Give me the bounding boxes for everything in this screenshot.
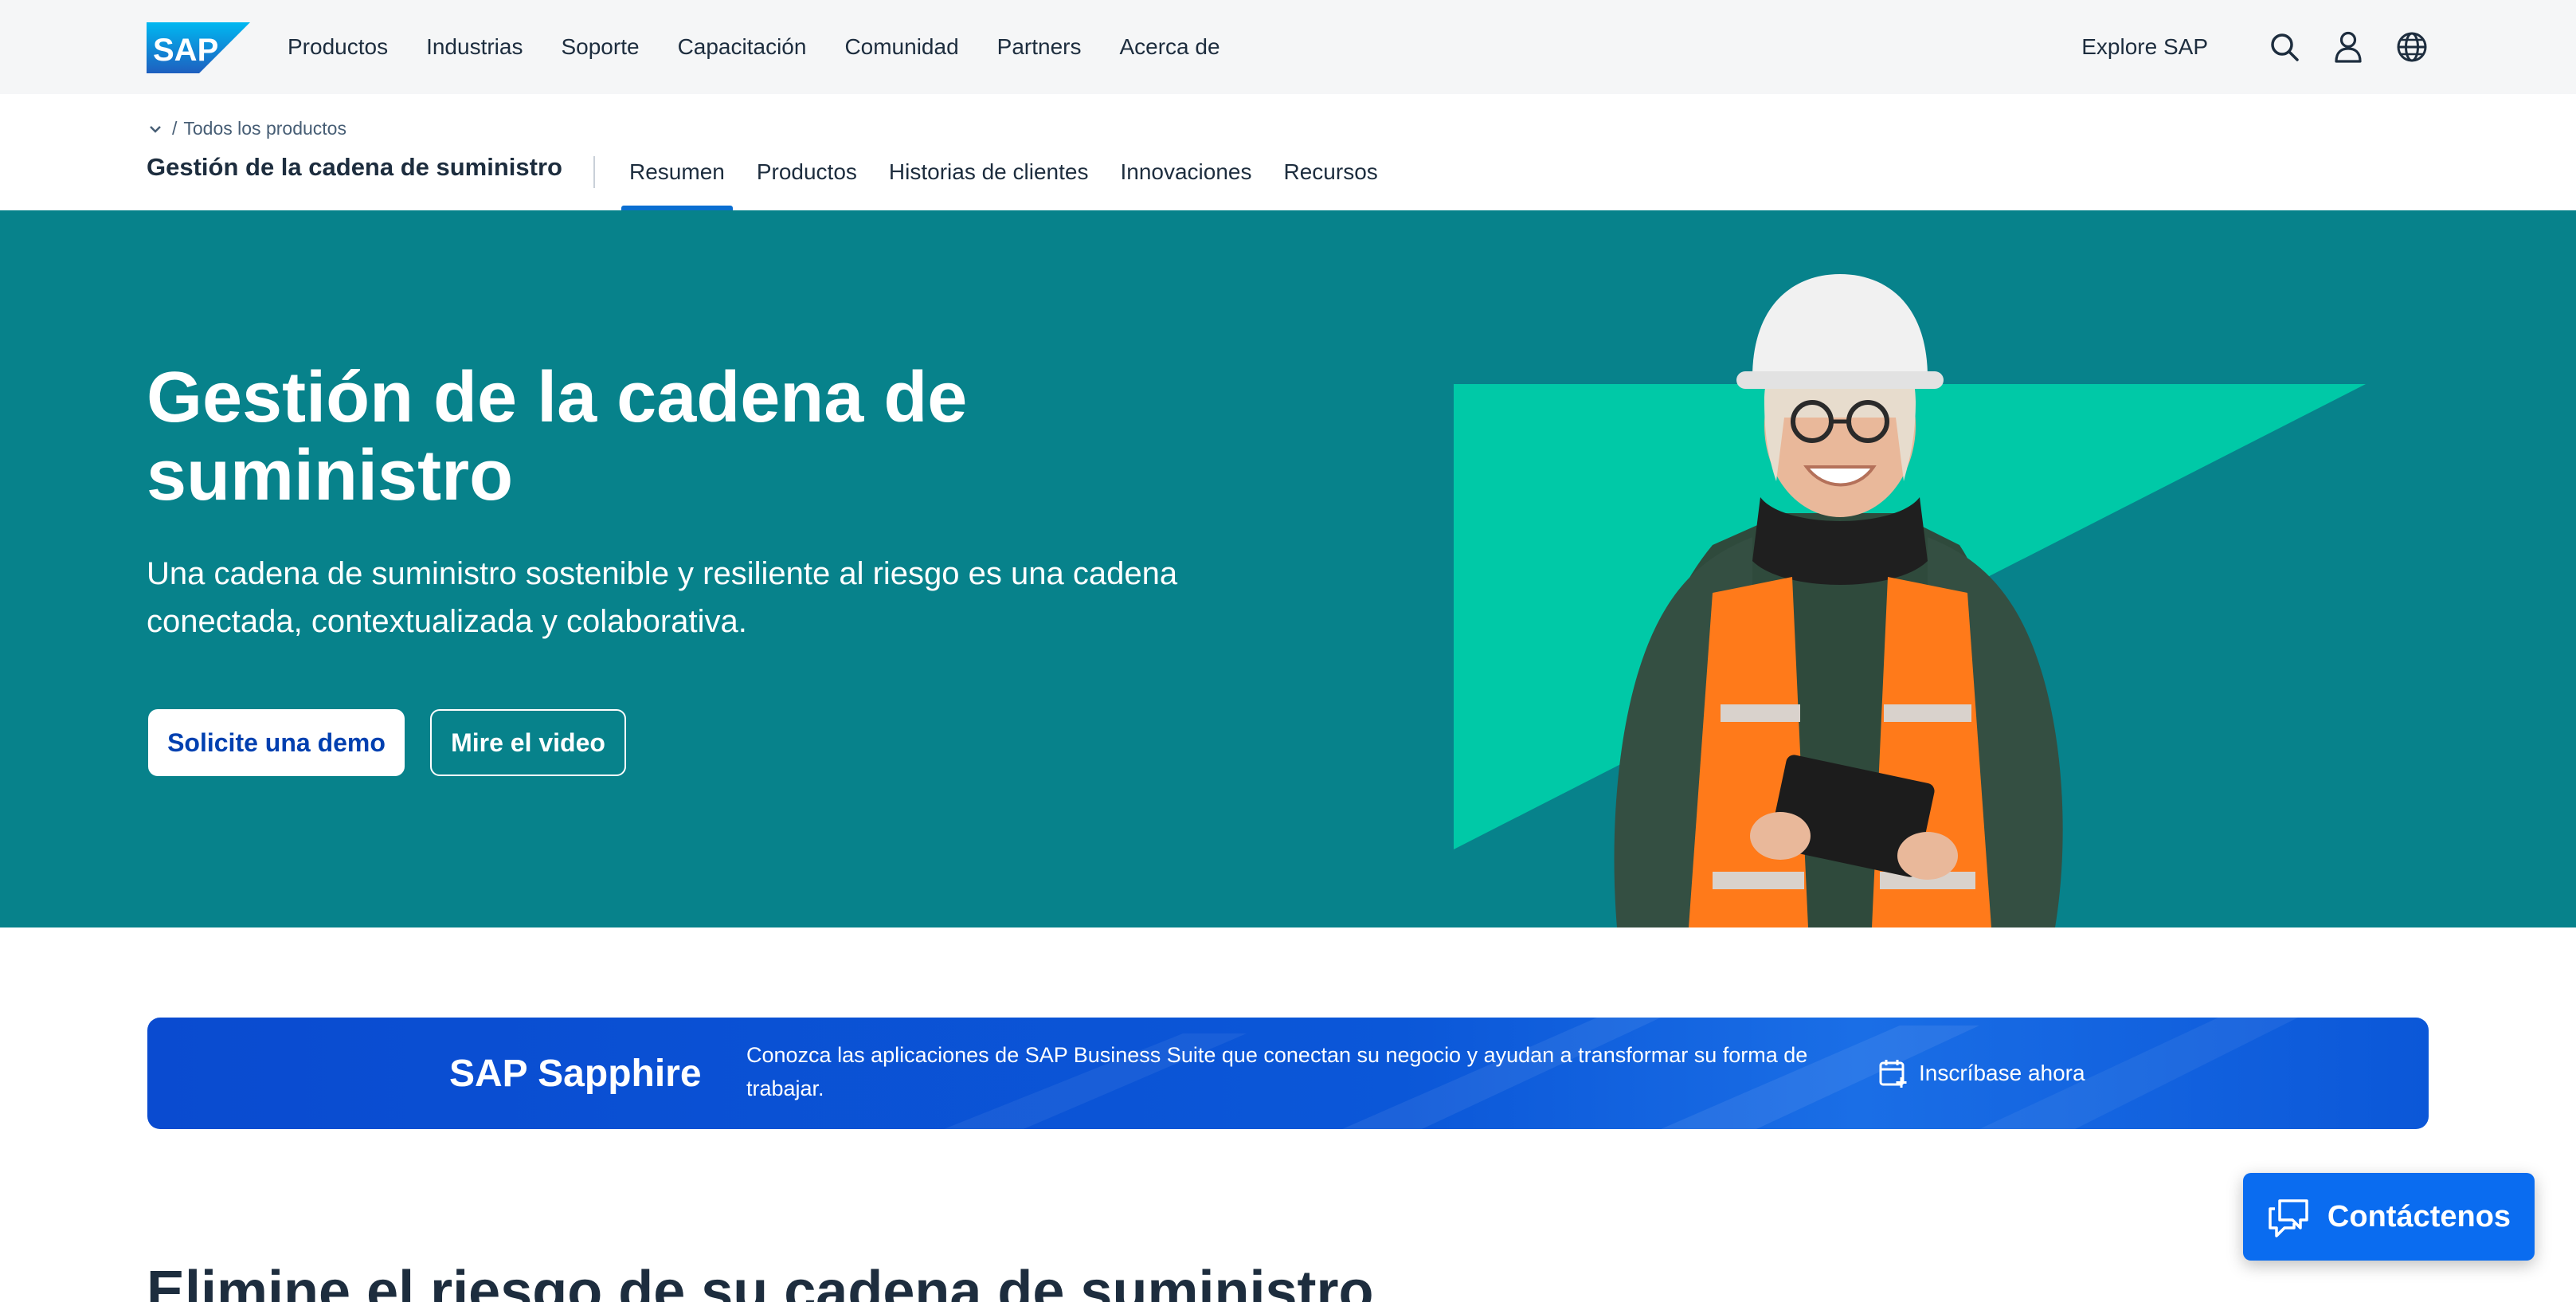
- breadcrumb-separator: /: [172, 118, 178, 139]
- banner-text: Conozca las aplicaciones de SAP Business…: [746, 1043, 1808, 1100]
- calendar-add-icon: [1879, 1060, 1907, 1088]
- nav-link-soporte[interactable]: Soporte: [561, 34, 639, 60]
- chat-icon: [2269, 1199, 2308, 1237]
- tab-historias-de-clientes[interactable]: Historias de clientes: [881, 142, 1097, 210]
- tab-label: Recursos: [1283, 159, 1378, 184]
- tab-recursos[interactable]: Recursos: [1276, 142, 1386, 210]
- nav-link-productos[interactable]: Productos: [288, 34, 388, 60]
- breadcrumb-all-products[interactable]: Todos los productos: [183, 118, 346, 139]
- nav-link-comunidad[interactable]: Comunidad: [844, 34, 958, 60]
- globe-icon[interactable]: [2394, 29, 2429, 65]
- tab-label: Historias de clientes: [888, 159, 1089, 184]
- sap-logo[interactable]: SAP: [147, 22, 250, 73]
- subnav-title: Gestión de la cadena de suministro: [147, 153, 562, 181]
- hero-worker-image: [1454, 274, 2366, 927]
- nav-utilities: Explore SAP: [2081, 0, 2429, 94]
- user-icon[interactable]: [2331, 29, 2366, 65]
- top-navigation: SAP Productos Industrias Soporte Capacit…: [0, 0, 2576, 94]
- sapphire-brand: SAP Sapphire: [449, 1052, 702, 1095]
- sap-logo-text: SAP: [153, 33, 218, 68]
- nav-link-partners[interactable]: Partners: [997, 34, 1082, 60]
- register-now-label: Inscríbase ahora: [1919, 1061, 2085, 1085]
- breadcrumb[interactable]: / Todos los productos: [147, 118, 346, 139]
- tab-productos[interactable]: Productos: [749, 142, 865, 210]
- contact-label: Contáctenos: [2327, 1199, 2511, 1233]
- subnav-divider: [593, 156, 595, 188]
- request-demo-button[interactable]: Solicite una demo: [148, 709, 405, 776]
- explore-sap-link[interactable]: Explore SAP: [2081, 34, 2208, 60]
- nav-link-industrias[interactable]: Industrias: [426, 34, 523, 60]
- subnav-tabs: Resumen Productos Historias de clientes …: [621, 142, 1402, 210]
- contact-button[interactable]: Contáctenos: [2243, 1173, 2535, 1261]
- hero-section: Gestión de la cadena de suministro Una c…: [0, 210, 2576, 927]
- hero-title: Gestión de la cadena de suministro: [147, 358, 968, 516]
- chevron-down-icon: [150, 125, 161, 133]
- section-heading: Elimine el riesgo de su cadena de sumini…: [147, 1260, 1374, 1302]
- product-subnav: / Todos los productos Gestión de la cade…: [0, 94, 2576, 210]
- nav-link-capacitacion[interactable]: Capacitación: [678, 34, 807, 60]
- tab-label: Resumen: [629, 159, 725, 184]
- tab-label: Productos: [756, 159, 857, 184]
- nav-link-acerca-de[interactable]: Acerca de: [1119, 34, 1219, 60]
- tab-label: Innovaciones: [1120, 159, 1252, 184]
- tab-innovaciones[interactable]: Innovaciones: [1112, 142, 1259, 210]
- search-icon[interactable]: [2267, 29, 2302, 65]
- hero-subtitle: Una cadena de suministro sostenible y re…: [147, 556, 1178, 639]
- main-menu: Productos Industrias Soporte Capacitació…: [288, 0, 1259, 94]
- tab-resumen[interactable]: Resumen: [621, 142, 733, 210]
- watch-video-button[interactable]: Mire el video: [430, 709, 626, 776]
- register-now-link[interactable]: Inscríbase ahora: [1877, 1018, 2085, 1129]
- sapphire-banner[interactable]: SAP Sapphire Conozca las aplicaciones de…: [147, 1018, 2429, 1129]
